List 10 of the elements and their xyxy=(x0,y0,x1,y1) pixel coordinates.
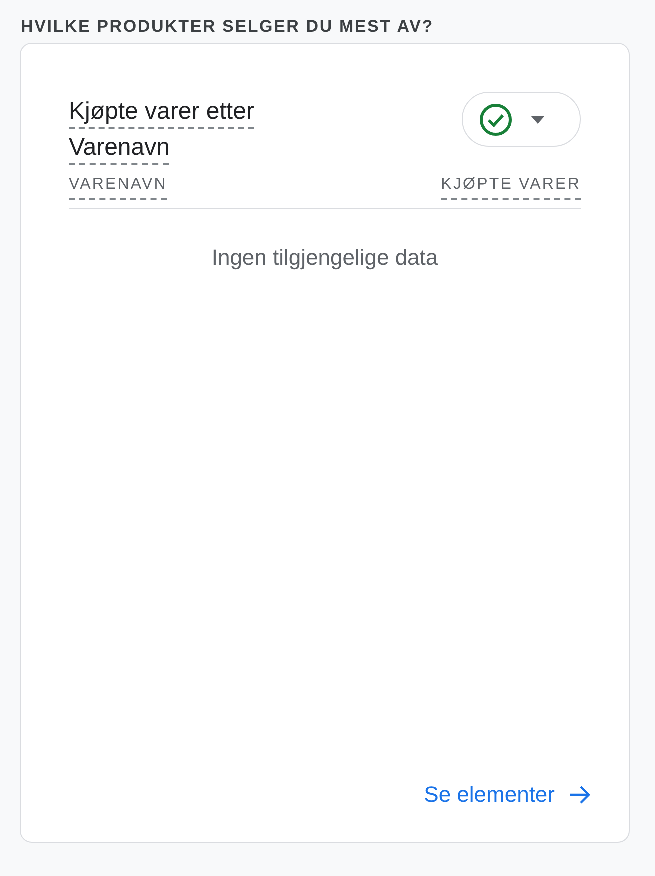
section-heading: HVILKE PRODUKTER SELGER DU MEST AV? xyxy=(21,17,435,37)
arrow-right-icon xyxy=(569,785,591,805)
empty-message: Ingen tilgjengelige data xyxy=(212,245,438,271)
card-title: Kjøpte varer etter Varenavn xyxy=(69,97,256,163)
status-dropdown[interactable] xyxy=(462,92,581,147)
see-items-link[interactable]: Se elementer xyxy=(424,782,555,808)
column-header: KJØPTE VARER xyxy=(441,176,581,194)
column-header: VARENAVN xyxy=(69,176,168,194)
caret-icon xyxy=(531,116,545,124)
check-circle-icon xyxy=(479,102,513,136)
